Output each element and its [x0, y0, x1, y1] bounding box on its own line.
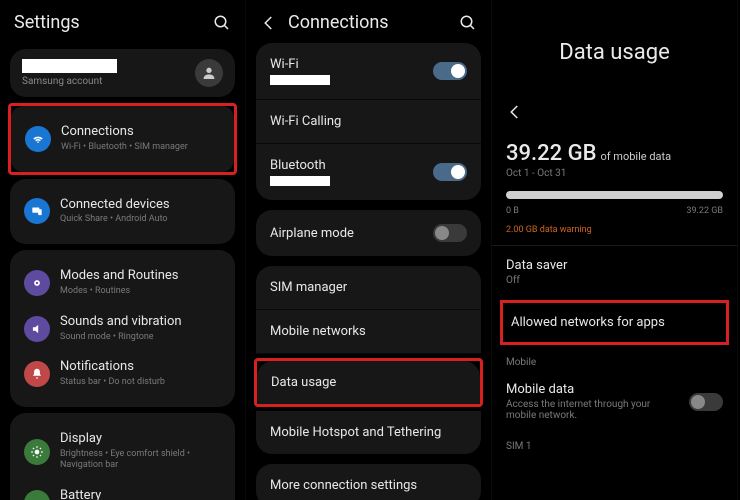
account-sub: Samsung account — [22, 76, 185, 87]
wifi-name-redacted — [270, 75, 330, 85]
display-icon — [24, 439, 50, 465]
data-usage-title: Data usage — [492, 0, 737, 95]
row-label: Mobile Hotspot and Tethering — [270, 425, 441, 440]
connections-item[interactable]: Connections Wi-Fi • Bluetooth • SIM mana… — [11, 106, 234, 172]
item-title: Sounds and vibration — [60, 314, 221, 331]
item-sub: Sound mode • Ringtone — [60, 332, 221, 344]
item-sub: Status bar • Do not disturb — [60, 377, 221, 389]
settings-header: Settings — [0, 0, 245, 43]
connections-title: Connections — [288, 12, 449, 33]
data-saver-row[interactable]: Data saver Off — [492, 245, 737, 298]
airplane-toggle[interactable] — [433, 224, 467, 242]
battery-icon — [24, 490, 50, 500]
item-sub: Quick Share • Android Auto — [60, 214, 221, 226]
wifi-toggle[interactable] — [433, 62, 467, 80]
notifications-item[interactable]: Notifications Status bar • Do not distur… — [22, 351, 223, 397]
devices-icon — [24, 198, 50, 224]
bluetooth-name-redacted — [270, 176, 330, 186]
amount-value: 39.22 GB — [506, 141, 596, 166]
item-sub: Brightness • Eye comfort shield • Naviga… — [60, 449, 221, 472]
data-usage-highlight: Data usage — [254, 358, 483, 407]
sounds-item[interactable]: Sounds and vibration Sound mode • Ringto… — [22, 306, 223, 352]
hotspot-row[interactable]: Mobile Hotspot and Tethering — [256, 411, 481, 454]
wifi-row[interactable]: Wi-Fi — [256, 43, 481, 100]
back-button[interactable] — [492, 95, 737, 133]
mobile-data-toggle[interactable] — [689, 393, 723, 411]
connections-header: Connections — [246, 0, 491, 43]
data-warning: 2.00 GB data warning — [492, 219, 737, 245]
settings-title: Settings — [14, 12, 203, 33]
account-card[interactable]: Samsung account — [10, 49, 235, 97]
modes-routines-group: Modes and Routines Modes • Routines Soun… — [10, 250, 235, 407]
row-label: Airplane mode — [270, 226, 354, 241]
airplane-row[interactable]: Airplane mode — [256, 210, 481, 256]
mobile-networks-row[interactable]: Mobile networks — [256, 310, 481, 354]
bell-icon — [24, 361, 50, 387]
row-sub: Access the internet through your mobile … — [506, 399, 679, 421]
amount-suffix: of mobile data — [600, 150, 671, 163]
bluetooth-toggle[interactable] — [433, 163, 467, 181]
search-icon[interactable] — [459, 14, 477, 32]
connections-highlight: Connections Wi-Fi • Bluetooth • SIM mana… — [8, 103, 237, 175]
item-sub: Modes • Routines — [60, 286, 221, 298]
data-usage-row[interactable]: Data usage — [257, 361, 480, 404]
data-usage-panel: Data usage 39.22 GB of mobile data Oct 1 … — [492, 0, 738, 500]
settings-panel: Settings Samsung account Connections Wi-… — [0, 0, 246, 500]
row-label: Allowed networks for apps — [511, 315, 718, 330]
item-sub: Wi-Fi • Bluetooth • SIM manager — [61, 142, 220, 154]
item-title: Modes and Routines — [60, 268, 221, 285]
bar-min: 0 B — [506, 206, 519, 216]
row-label: Bluetooth — [270, 158, 433, 173]
wifi-calling-row[interactable]: Wi-Fi Calling — [256, 100, 481, 144]
item-title: Display — [60, 431, 221, 448]
row-label: Wi-Fi Calling — [270, 114, 341, 129]
item-title: Connections — [61, 124, 220, 141]
row-label: Data usage — [271, 375, 336, 390]
row-label: Wi-Fi — [270, 57, 433, 72]
modes-item[interactable]: Modes and Routines Modes • Routines — [22, 260, 223, 306]
allowed-networks-row[interactable]: Allowed networks for apps — [503, 303, 726, 342]
display-item[interactable]: Display Brightness • Eye comfort shield … — [22, 423, 223, 480]
item-title: Connected devices — [60, 197, 221, 214]
bluetooth-row[interactable]: Bluetooth — [256, 144, 481, 200]
mobile-data-row[interactable]: Mobile data Access the internet through … — [492, 372, 737, 431]
row-label: Mobile networks — [270, 324, 366, 339]
item-title: Battery — [60, 488, 221, 500]
sound-icon — [24, 316, 50, 342]
row-state: Off — [506, 275, 723, 286]
usage-bar — [506, 191, 723, 199]
row-label: More connection settings — [270, 478, 417, 493]
connected-devices-item[interactable]: Connected devices Quick Share • Android … — [10, 179, 235, 245]
date-range: Oct 1 - Oct 31 — [492, 168, 737, 187]
back-icon[interactable] — [260, 14, 278, 32]
item-title: Notifications — [60, 359, 221, 376]
display-battery-group: Display Brightness • Eye comfort shield … — [10, 413, 235, 500]
usage-amount: 39.22 GB of mobile data — [492, 133, 737, 168]
account-name-redacted — [22, 59, 117, 73]
search-icon[interactable] — [213, 14, 231, 32]
row-label: SIM manager — [270, 280, 347, 295]
connections-panel: Connections Wi-Fi Wi-Fi Calling Bluetoot… — [246, 0, 492, 500]
wifi-icon — [25, 126, 51, 152]
sim-row[interactable]: SIM manager — [256, 266, 481, 310]
modes-icon — [24, 270, 50, 296]
more-row[interactable]: More connection settings — [256, 464, 481, 500]
mobile-section: Mobile — [492, 347, 737, 372]
sim-section: SIM 1 — [492, 431, 737, 456]
allowed-networks-highlight: Allowed networks for apps — [500, 300, 729, 345]
avatar-icon[interactable] — [195, 59, 223, 87]
back-icon — [506, 103, 524, 121]
row-label: Mobile data — [506, 382, 679, 397]
bar-max: 39.22 GB — [686, 206, 723, 216]
battery-item[interactable]: Battery Power saving • Charging — [22, 480, 223, 500]
row-label: Data saver — [506, 258, 723, 273]
bar-labels: 0 B 39.22 GB — [492, 203, 737, 219]
